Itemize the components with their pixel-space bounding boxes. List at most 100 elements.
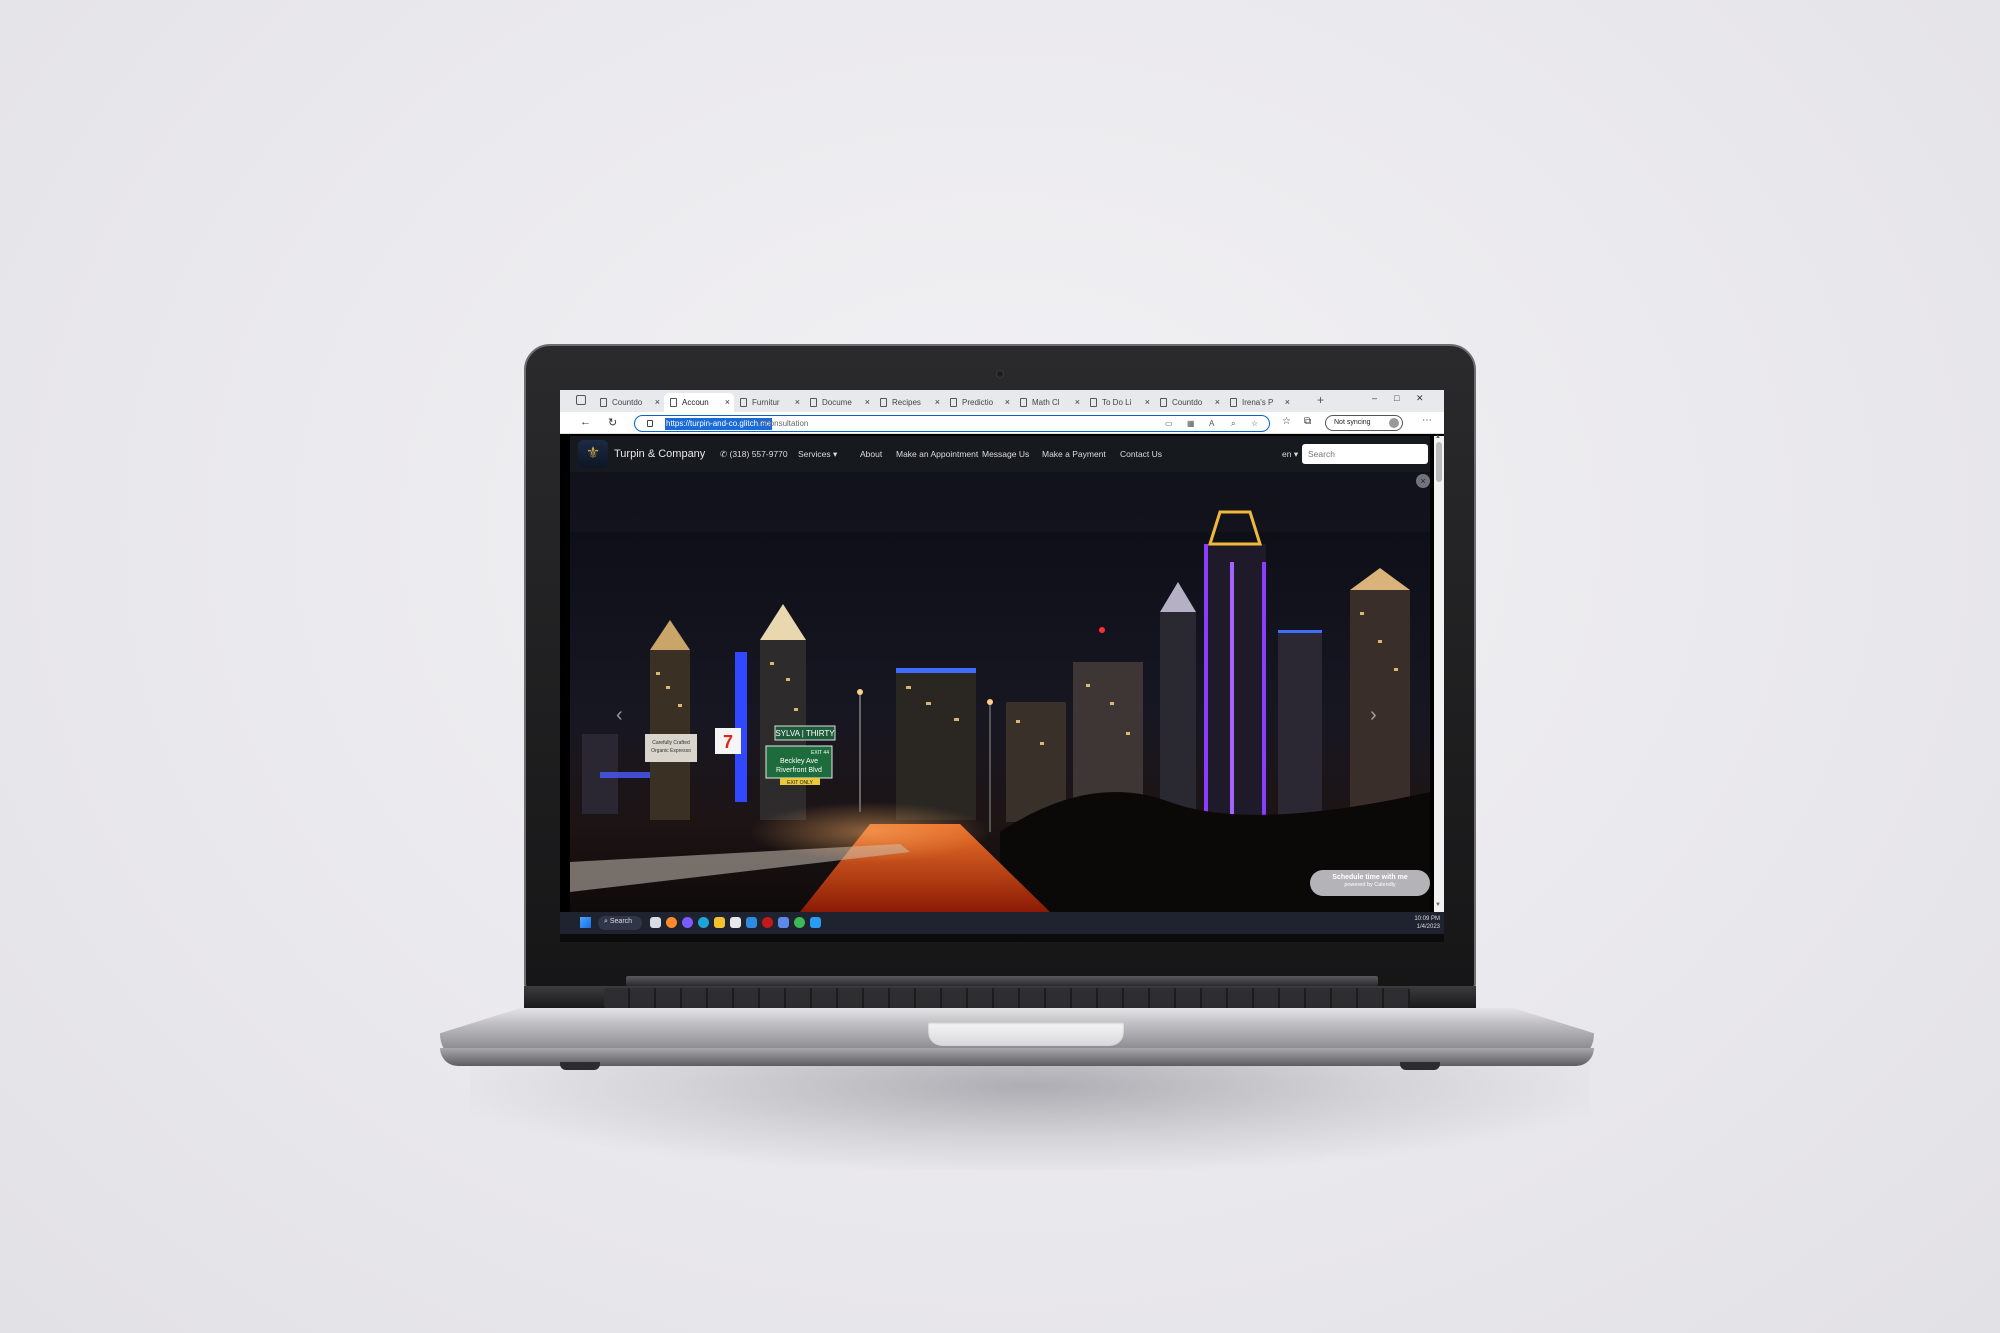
url-selected-text[interactable]: https://turpin-and-co.glitch.me: [665, 418, 773, 430]
collections-icon[interactable]: ⧉: [1304, 416, 1311, 427]
close-tab-icon[interactable]: ×: [1005, 397, 1010, 407]
start-icon[interactable]: [580, 917, 591, 928]
nav-contact-us[interactable]: Contact Us: [1120, 449, 1162, 459]
close-tab-icon[interactable]: ×: [1215, 397, 1220, 407]
phone-number: (318) 557-9770: [729, 449, 788, 459]
nav-make-payment[interactable]: Make a Payment: [1042, 449, 1106, 459]
opera-icon[interactable]: [762, 917, 773, 928]
avatar: [1389, 418, 1399, 428]
favorites-icon[interactable]: ☆: [1282, 416, 1291, 427]
page-scrollbar[interactable]: ▲ ▼: [1434, 434, 1444, 912]
nav-message-us[interactable]: Message Us: [982, 449, 1029, 459]
tab-7[interactable]: To Do Li ×: [1084, 393, 1154, 412]
tab-label: Countdo: [612, 398, 643, 407]
page-icon: [670, 398, 677, 407]
minimize-icon[interactable]: –: [1372, 393, 1377, 403]
company-logo[interactable]: ⚜: [578, 440, 608, 468]
close-tab-icon[interactable]: ×: [935, 397, 940, 407]
carousel-prev-icon[interactable]: ‹: [616, 704, 623, 727]
tab-1-active[interactable]: Accoun ×: [664, 393, 734, 412]
laptop-foot-left: [560, 1062, 600, 1070]
screen-cast-icon[interactable]: ▭: [1165, 419, 1173, 428]
tab-0[interactable]: Countdo ×: [594, 393, 664, 412]
scroll-down-icon[interactable]: ▼: [1435, 902, 1441, 908]
language-selector[interactable]: en ▾: [1282, 449, 1298, 460]
phone-link[interactable]: ✆ (318) 557-9770: [720, 449, 788, 460]
tab-6[interactable]: Math Cl ×: [1014, 393, 1084, 412]
favorite-add-icon[interactable]: ☆: [1251, 419, 1258, 428]
taskbar-clock[interactable]: 10:09 PM 1/4/2023: [1406, 915, 1440, 931]
vscode-icon[interactable]: [810, 917, 821, 928]
tab-8[interactable]: Countdo ×: [1154, 393, 1224, 412]
laptop-screen: Countdo × Accoun × Furnitur × Docume × R…: [560, 390, 1444, 942]
scroll-thumb[interactable]: [1436, 442, 1442, 482]
close-tab-icon[interactable]: ×: [725, 397, 730, 407]
close-tab-icon[interactable]: ×: [795, 397, 800, 407]
tab-label: Math Cl: [1032, 398, 1060, 407]
os-taskbar: ⌕ Search 10:09 PM 1/4/2023: [560, 912, 1444, 934]
url-path[interactable]: /?consultation: [759, 419, 808, 428]
calendly-schedule-button[interactable]: Schedule time with me powered by Calendl…: [1310, 870, 1430, 896]
calendly-sublabel: powered by Calendly: [1344, 882, 1396, 888]
close-window-icon[interactable]: ✕: [1416, 393, 1424, 404]
tab-3[interactable]: Docume ×: [804, 393, 874, 412]
billboard-line1: Carefully Crafted: [652, 740, 690, 746]
nav-make-appointment[interactable]: Make an Appointment: [896, 449, 978, 459]
firefox-icon[interactable]: [666, 917, 677, 928]
app-grid-icon[interactable]: ▦: [1187, 419, 1195, 428]
page-icon: [740, 398, 747, 407]
task-view-icon[interactable]: [650, 917, 661, 928]
carousel-next-icon[interactable]: ›: [1370, 704, 1377, 727]
page-icon: [600, 398, 607, 407]
chat-icon[interactable]: [682, 917, 693, 928]
browser-toolbar: ← ↻ https://turpin-and-co.glitch.me /?co…: [560, 412, 1444, 434]
close-tab-icon[interactable]: ×: [1075, 397, 1080, 407]
more-options-icon[interactable]: ⋯: [1422, 415, 1432, 426]
hero-carousel: SYLVA | THIRTY EXIT 44 Beckley Ave River…: [570, 472, 1430, 912]
sign-exit-only: EXIT ONLY: [787, 780, 813, 786]
tab-label: Predictio: [962, 398, 994, 407]
refresh-icon[interactable]: ↻: [608, 416, 617, 429]
dallas-skyline-night-photo: SYLVA | THIRTY EXIT 44 Beckley Ave River…: [570, 472, 1430, 912]
chrome-icon[interactable]: [794, 917, 805, 928]
page-icon: [880, 398, 887, 407]
tab-9[interactable]: Irena's P ×: [1224, 393, 1294, 412]
screen-bezel-bottom: [560, 934, 1444, 942]
close-tab-icon[interactable]: ×: [655, 397, 660, 407]
tab-4[interactable]: Recipes ×: [874, 393, 944, 412]
back-arrow-icon[interactable]: ←: [580, 416, 591, 428]
read-aloud-icon[interactable]: A: [1209, 419, 1214, 428]
mail-icon[interactable]: [746, 917, 757, 928]
laptop-hinge: [626, 976, 1378, 986]
notepad-icon[interactable]: [778, 917, 789, 928]
scroll-up-icon[interactable]: ▲: [1435, 434, 1441, 440]
zoom-icon[interactable]: ⌕: [1231, 419, 1235, 429]
nav-services-dropdown[interactable]: Services ▾: [798, 449, 837, 460]
tab-5[interactable]: Predictio ×: [944, 393, 1014, 412]
close-tab-icon[interactable]: ×: [865, 397, 870, 407]
tab-actions-icon[interactable]: [576, 395, 586, 405]
page-icon: [1160, 398, 1167, 407]
close-tab-icon[interactable]: ×: [1145, 397, 1150, 407]
edge-icon[interactable]: [698, 917, 709, 928]
address-bar[interactable]: https://turpin-and-co.glitch.me /?consul…: [634, 415, 1270, 432]
page-icon: [1020, 398, 1027, 407]
nav-about[interactable]: About: [860, 449, 882, 459]
tab-2[interactable]: Furnitur ×: [734, 393, 804, 412]
maximize-icon[interactable]: □: [1394, 393, 1399, 403]
page-icon: [1090, 398, 1097, 407]
brand-name[interactable]: Turpin & Company: [614, 448, 705, 460]
search-input[interactable]: [1302, 444, 1428, 464]
file-explorer-icon[interactable]: [714, 917, 725, 928]
close-icon[interactable]: ×: [1416, 474, 1430, 488]
close-tab-icon[interactable]: ×: [1285, 397, 1290, 407]
store-icon[interactable]: [730, 917, 741, 928]
taskbar-search[interactable]: ⌕ Search: [598, 916, 642, 930]
tab-label: Accoun: [682, 398, 709, 407]
new-tab-button[interactable]: +: [1317, 393, 1324, 407]
sign-sylva: SYLVA | THIRTY: [775, 729, 835, 738]
clock-time: 10:09 PM: [1414, 916, 1440, 922]
profile-sync-button[interactable]: Not syncing: [1325, 415, 1403, 431]
svg-text:7: 7: [723, 732, 733, 752]
page-icon: [810, 398, 817, 407]
